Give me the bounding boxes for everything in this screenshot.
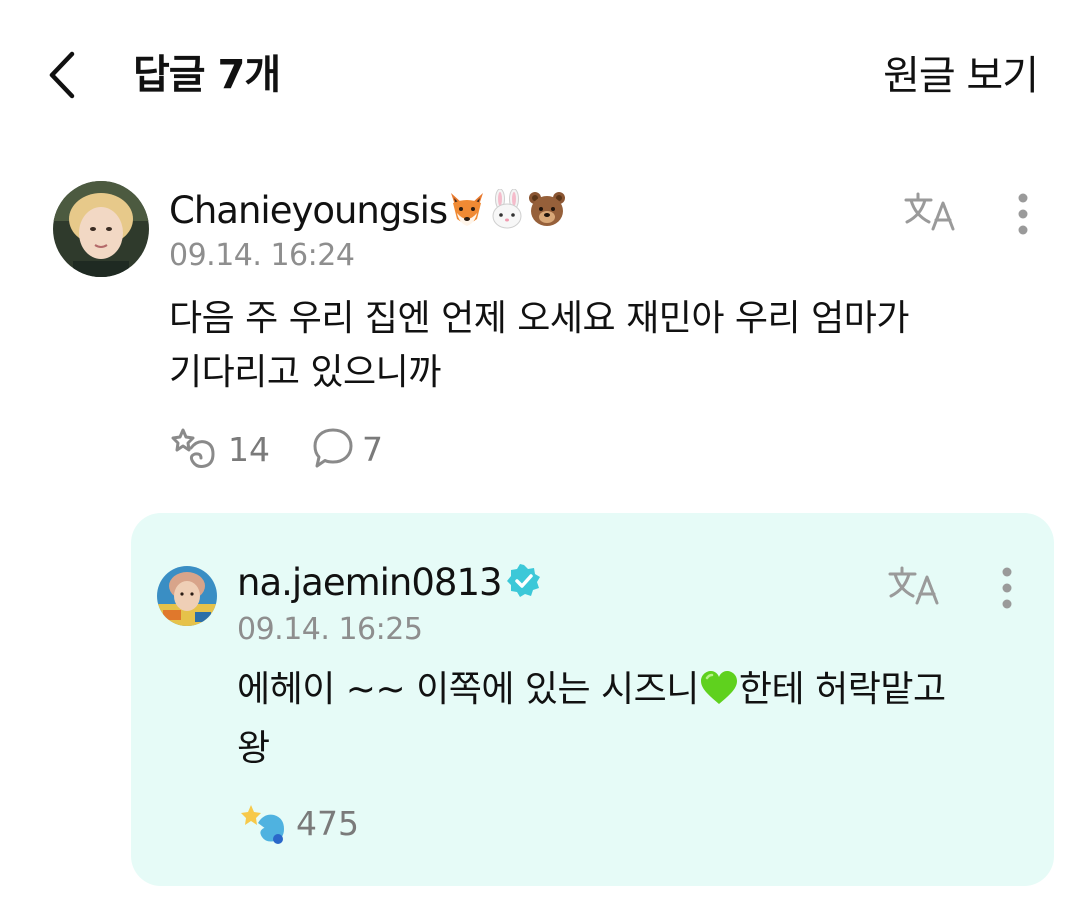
- replies-screen: 답글 7개 원글 보기 Chanieyoungsis 09.14. 16:24 …: [0, 0, 1080, 923]
- fox-icon: [447, 189, 487, 241]
- reply-text-segment: 한테 허락맡고: [738, 669, 946, 710]
- comment-timestamp: 09.14. 16:24: [169, 238, 355, 273]
- green-heart-icon: [699, 668, 739, 722]
- hand-star-icon: [241, 805, 284, 844]
- bear-icon: [527, 189, 567, 241]
- back-button[interactable]: [38, 48, 88, 102]
- like-button[interactable]: [171, 426, 219, 470]
- rabbit-icon: [487, 188, 527, 241]
- comment-line: 기다리고 있으니까: [169, 352, 441, 393]
- like-count: 14: [228, 430, 270, 469]
- speech-bubble-icon: [313, 428, 353, 468]
- avatar[interactable]: [53, 181, 149, 277]
- reply-username[interactable]: na.jaemin0813: [237, 559, 542, 611]
- more-vertical-icon: [1002, 567, 1012, 609]
- translate-button[interactable]: [903, 191, 957, 233]
- reply-line: 에헤이 ~~ 이쪽에 있는 시즈니 한테 허락맡고: [237, 663, 946, 722]
- comment-body: 다음 주 우리 집엔 언제 오세요 재민아 우리 엄마가 기다리고 있으니까: [169, 292, 909, 400]
- more-options-button[interactable]: [996, 566, 1018, 610]
- translate-icon: [904, 192, 955, 231]
- page-title: 답글 7개: [133, 52, 281, 98]
- reply-timestamp: 09.14. 16:25: [237, 612, 423, 647]
- comment-line: 다음 주 우리 집엔 언제 오세요 재민아 우리 엄마가: [169, 298, 909, 339]
- chevron-left-icon: [49, 51, 75, 99]
- reply-count: 7: [362, 430, 383, 469]
- username-text: na.jaemin0813: [237, 561, 503, 604]
- artist-like-button[interactable]: [240, 801, 288, 845]
- reply-button[interactable]: [311, 426, 355, 470]
- more-vertical-icon: [1018, 193, 1028, 235]
- translate-button[interactable]: [887, 565, 941, 607]
- more-options-button[interactable]: [1012, 192, 1034, 236]
- reply-line: 왕: [237, 728, 270, 769]
- artist-like-count: 475: [296, 804, 359, 843]
- reply-body: 에헤이 ~~ 이쪽에 있는 시즈니 한테 허락맡고 왕: [237, 663, 946, 776]
- hand-star-icon: [171, 428, 215, 468]
- view-original-button[interactable]: 원글 보기: [883, 48, 1039, 104]
- comment-username[interactable]: Chanieyoungsis: [169, 187, 567, 241]
- avatar[interactable]: [157, 566, 217, 626]
- username-text: Chanieyoungsis: [169, 189, 448, 232]
- verified-badge-icon: [506, 563, 542, 611]
- translate-icon: [888, 566, 939, 605]
- reply-text-segment: 에헤이 ~~ 이쪽에 있는 시즈니: [237, 669, 699, 710]
